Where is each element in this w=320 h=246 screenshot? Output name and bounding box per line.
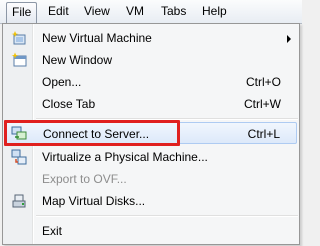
menu-item-close-tab[interactable]: Close Tab Ctrl+W xyxy=(5,93,297,115)
menu-item-export-to-ovf[interactable]: Export to OVF... xyxy=(5,168,297,190)
virtualize-icon xyxy=(11,149,27,165)
menu-item-map-virtual-disks[interactable]: Map Virtual Disks... xyxy=(5,190,297,212)
menubar: File Edit View VM Tabs Help xyxy=(0,0,302,25)
menu-item-label: Connect to Server... xyxy=(43,127,150,141)
new-window-icon xyxy=(11,52,27,67)
menu-tabs[interactable]: Tabs xyxy=(155,2,192,22)
menu-edit[interactable]: Edit xyxy=(42,2,75,22)
menu-file[interactable]: File xyxy=(6,2,38,25)
menu-item-label: Map Virtual Disks... xyxy=(42,194,146,208)
menu-item-connect-to-server[interactable]: Connect to Server... Ctrl+L xyxy=(5,122,297,144)
menu-help[interactable]: Help xyxy=(196,2,233,22)
shortcut-text: Ctrl+O xyxy=(245,75,281,89)
new-vm-icon xyxy=(11,31,26,45)
menu-item-label: Export to OVF... xyxy=(42,172,127,186)
menu-item-exit[interactable]: Exit xyxy=(5,220,297,242)
menu-item-virtualize-physical-machine[interactable]: Virtualize a Physical Machine... xyxy=(5,146,297,168)
menu-item-label: New Window xyxy=(42,53,113,67)
shortcut-text: Ctrl+L xyxy=(247,127,280,141)
shortcut-text: Ctrl+W xyxy=(244,97,281,111)
app-window: File Edit View VM Tabs Help New Virtual … xyxy=(0,0,302,246)
menu-item-open[interactable]: Open... Ctrl+O xyxy=(5,71,297,93)
menu-item-label: Virtualize a Physical Machine... xyxy=(42,150,208,164)
menu-view[interactable]: View xyxy=(78,2,116,22)
connect-server-icon xyxy=(11,126,27,140)
menu-vm[interactable]: VM xyxy=(120,2,150,22)
map-disks-icon xyxy=(12,194,26,208)
submenu-arrow-icon xyxy=(287,35,291,43)
menu-item-label: Close Tab xyxy=(42,97,96,111)
menu-item-new-window[interactable]: New Window xyxy=(5,49,297,71)
file-menu-dropdown: New Virtual Machine New Window Open... C… xyxy=(2,23,300,245)
menu-item-label: New Virtual Machine xyxy=(42,31,152,45)
menu-separator xyxy=(36,118,298,120)
menu-item-new-virtual-machine[interactable]: New Virtual Machine xyxy=(5,27,297,49)
menu-item-label: Exit xyxy=(42,224,63,238)
menu-item-label: Open... xyxy=(42,75,82,89)
menu-separator xyxy=(36,215,298,217)
